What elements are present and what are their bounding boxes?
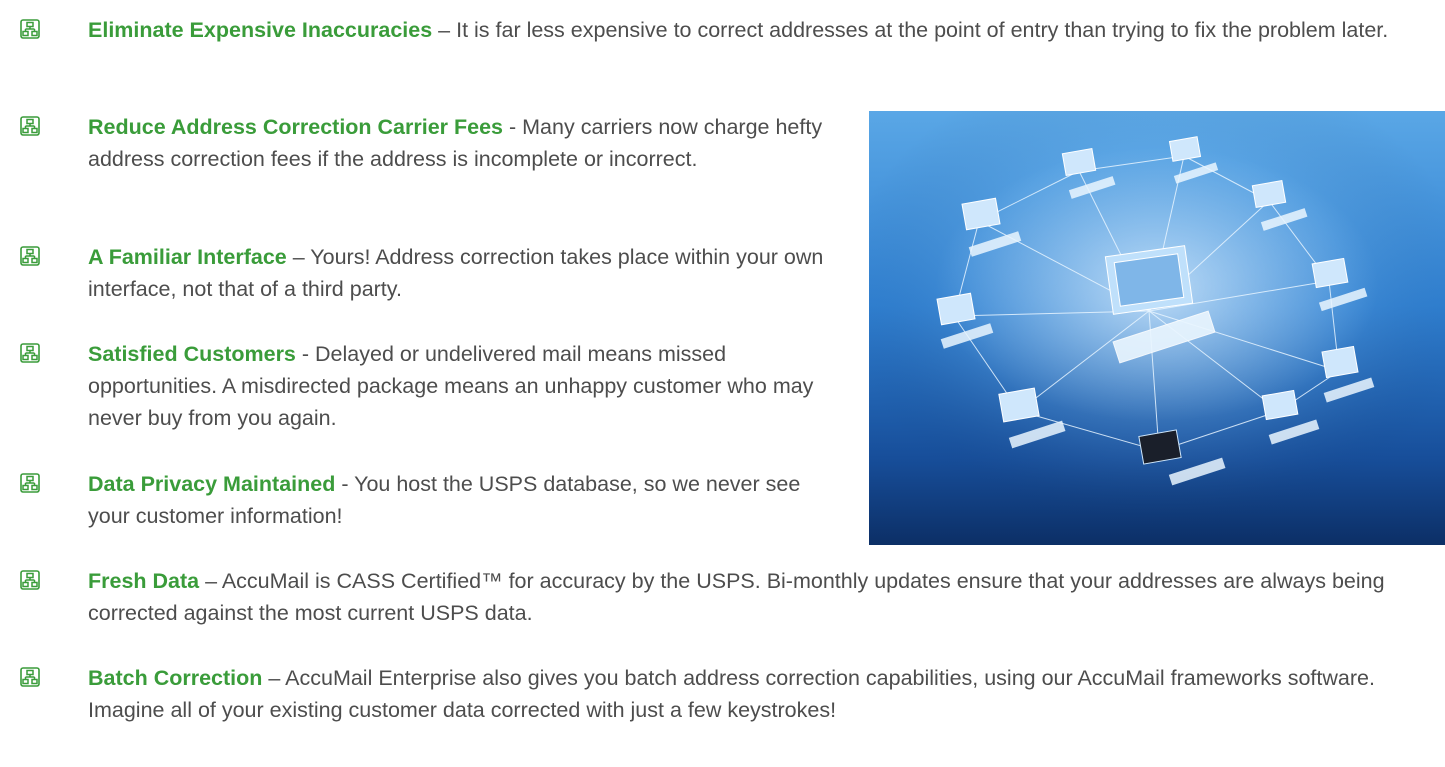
benefit-title: Eliminate Expensive Inaccuracies (88, 18, 433, 42)
benefit-text: Satisfied Customers - Delayed or undeliv… (88, 338, 830, 434)
benefit-text: A Familiar Interface – Yours! Address co… (88, 241, 830, 305)
benefit-item: Satisfied Customers - Delayed or undeliv… (20, 338, 830, 434)
network-icon (20, 246, 40, 266)
benefit-text: Batch Correction – AccuMail Enterprise a… (88, 662, 1425, 726)
benefit-item: Reduce Address Correction Carrier Fees -… (20, 111, 830, 175)
benefit-text: Fresh Data – AccuMail is CASS Certified™… (88, 565, 1425, 629)
network-icon (20, 116, 40, 136)
benefit-title: Data Privacy Maintained (88, 472, 336, 496)
benefit-text: Eliminate Expensive Inaccuracies – It is… (88, 14, 1425, 46)
benefit-item: Eliminate Expensive Inaccuracies – It is… (20, 14, 1425, 46)
benefit-text: Data Privacy Maintained - You host the U… (88, 468, 830, 532)
separator: – (286, 245, 311, 269)
benefit-item: Data Privacy Maintained - You host the U… (20, 468, 830, 532)
network-icon (20, 19, 40, 39)
benefit-title: Batch Correction (88, 666, 263, 690)
network-icon (20, 570, 40, 590)
benefit-body: It is far less expensive to correct addr… (456, 18, 1389, 42)
benefit-title: Satisfied Customers (88, 342, 296, 366)
separator: – (432, 18, 457, 42)
separator: – (262, 666, 286, 690)
benefit-title: Reduce Address Correction Carrier Fees (88, 115, 504, 139)
benefit-item: A Familiar Interface – Yours! Address co… (20, 241, 830, 305)
benefit-item: Batch Correction – AccuMail Enterprise a… (20, 662, 1425, 726)
benefit-body: AccuMail is CASS Certified™ for accuracy… (88, 569, 1385, 625)
benefit-title: A Familiar Interface (88, 245, 287, 269)
network-icon (20, 343, 40, 363)
network-of-computers-image (869, 111, 1445, 545)
benefit-text: Reduce Address Correction Carrier Fees -… (88, 111, 830, 175)
network-icon (20, 473, 40, 493)
network-icon (20, 667, 40, 687)
benefit-title: Fresh Data (88, 569, 200, 593)
separator: - (295, 342, 316, 366)
separator: - (503, 115, 523, 139)
network-illustration (869, 111, 1445, 545)
benefit-item: Fresh Data – AccuMail is CASS Certified™… (20, 565, 1425, 629)
separator: – (199, 569, 222, 593)
separator: - (335, 472, 355, 496)
